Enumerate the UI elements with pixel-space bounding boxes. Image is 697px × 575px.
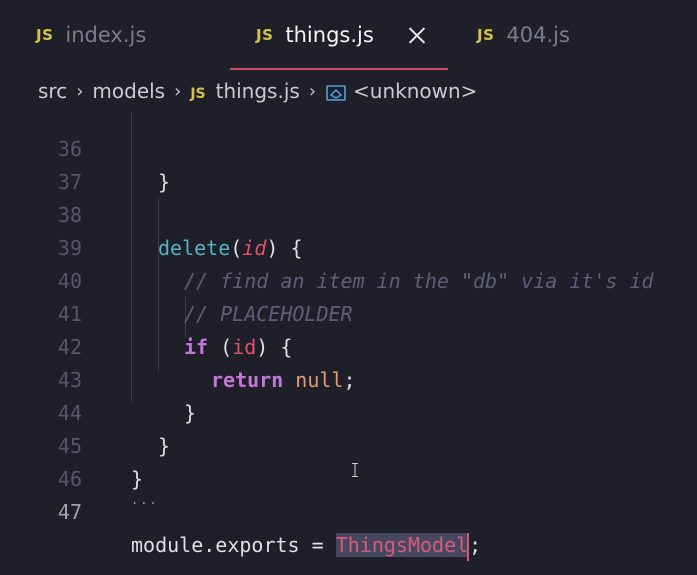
- code-line: 45 }: [57, 434, 144, 491]
- js-file-icon: JS: [190, 86, 206, 102]
- tab-label: index.js: [65, 23, 147, 47]
- symbol-method-icon: [326, 84, 346, 101]
- chevron-right-icon: ›: [76, 80, 84, 102]
- code-line: 39 // find an item in the "db" via it's …: [0, 199, 697, 293]
- breadcrumb-item-symbol[interactable]: <unknown>: [325, 79, 477, 103]
- breadcrumb: src › models › JS things.js › <unknown>: [0, 70, 697, 112]
- js-file-icon: JS: [256, 26, 274, 44]
- breadcrumb-item-file[interactable]: JS things.js: [190, 79, 300, 103]
- tab-label: things.js: [285, 23, 374, 47]
- code-line: 46: [57, 467, 82, 491]
- breadcrumb-item-src[interactable]: src: [38, 79, 67, 103]
- selected-text[interactable]: ThingsModel: [335, 533, 469, 557]
- code-line: 36 }: [57, 137, 171, 194]
- breadcrumb-item-models[interactable]: models: [92, 79, 165, 103]
- code-line: 43 }: [57, 368, 197, 425]
- code-line: 44 }: [57, 401, 171, 458]
- hint-ellipsis[interactable]: ...: [131, 493, 159, 507]
- code-line: 38 delete(id) {: [57, 203, 303, 260]
- chevron-right-icon: ›: [174, 80, 182, 102]
- chevron-right-icon: ›: [308, 80, 317, 102]
- code-line: 42 return null;: [57, 335, 356, 392]
- ibeam-cursor-icon: [352, 463, 358, 477]
- tab-404-js[interactable]: JS 404.js: [477, 0, 570, 70]
- close-icon[interactable]: [408, 26, 426, 44]
- code-line: 40 // PLACEHOLDER: [0, 232, 697, 326]
- code-line: 37: [57, 170, 82, 194]
- tab-bar: JS index.js JS things.js JS 404.js: [0, 0, 697, 70]
- tab-index-js[interactable]: JS index.js: [36, 0, 146, 70]
- tab-things-js[interactable]: JS things.js: [256, 0, 426, 70]
- tab-label: 404.js: [506, 23, 570, 47]
- js-file-icon: JS: [477, 26, 495, 44]
- code-line: 41 if (id) {: [57, 302, 293, 359]
- code-editor[interactable]: 36 } 37 38 delete(id) { 39 // find an it…: [0, 112, 697, 575]
- module-exports: module.exports: [131, 533, 300, 557]
- code-line-current: 47 module.exports = ThingsModel;: [0, 463, 697, 561]
- js-file-icon: JS: [36, 26, 54, 44]
